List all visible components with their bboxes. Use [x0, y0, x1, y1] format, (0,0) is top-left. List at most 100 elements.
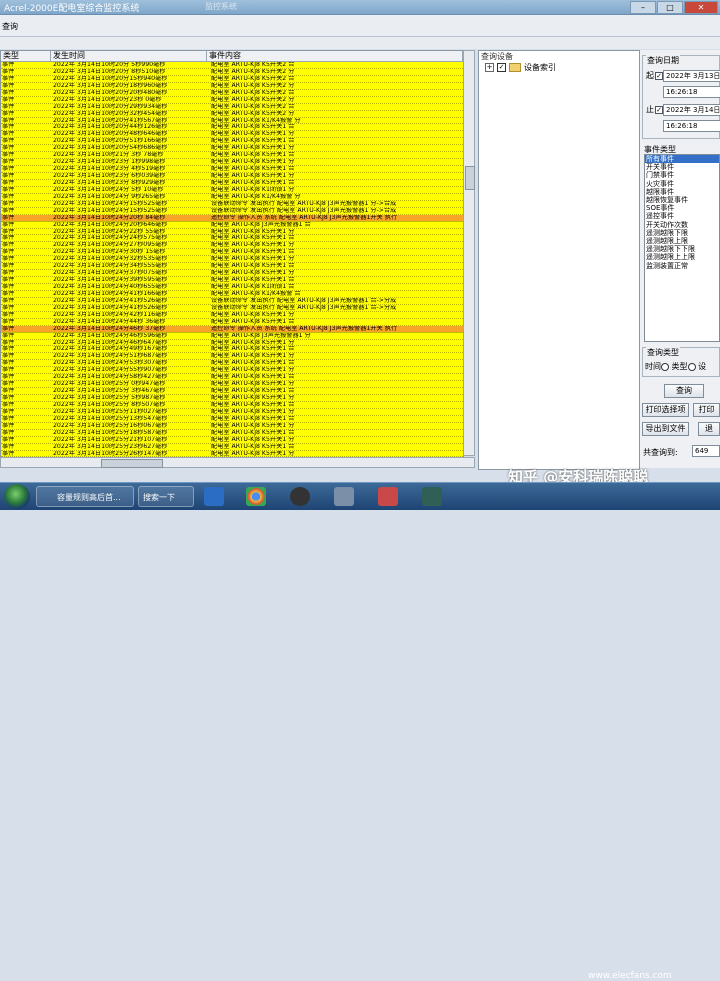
- column-header-type[interactable]: 类型: [1, 51, 51, 61]
- monitor-icon[interactable]: [422, 487, 442, 506]
- table-row[interactable]: 事件 2022年 3月14日10时25分 8秒507毫秒 配电室 ARTU-KJ8 …: [1, 402, 463, 409]
- ie-icon[interactable]: [204, 487, 224, 506]
- table-row[interactable]: 事件 2022年 3月14日10时24分44秒 36毫秒 配电室 ARTU-KJ8 …: [1, 319, 463, 326]
- table-row[interactable]: 事件 2022年 3月14日10时25分18秒587毫秒 配电室 ARTU-KJ8 …: [1, 430, 463, 437]
- table-row[interactable]: 事件 2022年 3月14日10时24分51秒687毫秒 配电室 ARTU-KJ8 …: [1, 353, 463, 361]
- table-row[interactable]: 事件 2022年 3月14日10时20分 8秒510毫秒 配电室 ARTU-KJ8 …: [1, 69, 463, 76]
- exit-button[interactable]: 退: [698, 422, 720, 436]
- table-row[interactable]: 事件 2022年 3月14日10时24分41秒526毫秒 设备联动命令 发出执行 配…: [1, 305, 463, 312]
- table-row[interactable]: 事件 2022年 3月14日10时23分 8秒929毫秒 配电室 ARTU-KJ8 …: [1, 180, 463, 187]
- print-button[interactable]: 打印: [693, 403, 720, 417]
- table-row[interactable]: 事件 2022年 3月14日10时24分30秒 15毫秒 配电室 ARTU-KJ8 …: [1, 249, 463, 257]
- table-row[interactable]: 事件 2022年 3月14日10时25分 3秒467毫秒 配电室 ARTU-KJ8 …: [1, 388, 463, 395]
- minimize-button[interactable]: –: [630, 1, 656, 14]
- table-row[interactable]: 事件 2022年 3月14日10时23分 4秒519毫秒 配电室 ARTU-KJ8 …: [1, 166, 463, 173]
- table-row[interactable]: 事件 2022年 3月14日10时24分46秒 37毫秒 遥控命令 操作人员 系统 …: [1, 325, 463, 333]
- table-row[interactable]: 事件 2022年 3月14日10时25分13秒547毫秒 配电室 ARTU-KJ8 …: [1, 416, 463, 423]
- table-row[interactable]: 事件 2022年 3月14日10时25分16秒067毫秒 配电室 ARTU-KJ8 …: [1, 423, 463, 430]
- scroll-thumb[interactable]: [101, 459, 163, 468]
- list-item[interactable]: 监测装置正常: [645, 262, 719, 270]
- grid-vertical-scrollbar[interactable]: [463, 50, 475, 456]
- table-row[interactable]: 事件 2022年 3月14日10时20分29秒934毫秒 配电室 ARTU-KJ8 …: [1, 104, 463, 111]
- table-row[interactable]: 事件 2022年 3月14日10时24分24秒575毫秒 配电室 ARTU-KJ8 …: [1, 235, 463, 243]
- table-row[interactable]: 事件 2022年 3月14日10时23分 6秒039毫秒 配电室 ARTU-KJ8 …: [1, 173, 463, 180]
- radio-type[interactable]: [687, 362, 696, 371]
- table-row[interactable]: 事件 2022年 3月14日10时24分34秒555毫秒 配电室 ARTU-KJ8 …: [1, 263, 463, 271]
- table-row[interactable]: 事件 2022年 3月14日10时20分23秒 0毫秒 配电室 ARTU-KJ8 K…: [1, 97, 463, 104]
- table-row[interactable]: 事件 2022年 3月14日10时24分20秒 84毫秒 遥控命令 操作人员 系统 …: [1, 214, 463, 222]
- list-item[interactable]: 越限事件: [645, 188, 719, 196]
- table-row[interactable]: 事件 2022年 3月14日10时25分21秒107毫秒 配电室 ARTU-KJ8 …: [1, 437, 463, 444]
- tree-node-device-index[interactable]: + ✓ 设备索引: [485, 62, 556, 73]
- table-row[interactable]: 事件 2022年 3月14日10时24分49秒167毫秒 配电室 ARTU-KJ8 …: [1, 346, 463, 354]
- maximize-button[interactable]: □: [657, 1, 683, 14]
- table-row[interactable]: 事件 2022年 3月14日10时24分15秒525毫秒 设备联动命令 发出执行 配…: [1, 201, 463, 208]
- menu-query[interactable]: 查询: [2, 21, 18, 32]
- table-row[interactable]: 事件 2022年 3月14日10时20分15秒940毫秒 配电室 ARTU-KJ8 …: [1, 76, 463, 83]
- taskbar-task-1[interactable]: 容量规则高后首...: [36, 486, 134, 507]
- tool-icon[interactable]: [334, 487, 354, 506]
- table-row[interactable]: 事件 2022年 3月14日10时24分27秒095毫秒 配电室 ARTU-KJ8 …: [1, 242, 463, 250]
- list-item[interactable]: 所有事件: [645, 155, 719, 164]
- table-row[interactable]: 事件 2022年 3月14日10时24分46秒647毫秒 配电室 ARTU-KJ8 …: [1, 340, 463, 347]
- grid-horizontal-scrollbar[interactable]: [0, 457, 475, 468]
- table-row[interactable]: 事件 2022年 3月14日10时21分 3秒 78毫秒 配电室 ARTU-KJ8 …: [1, 152, 463, 160]
- table-row[interactable]: 事件 2022年 3月14日10时24分15秒525毫秒 设备联动命令 发出执行 配…: [1, 208, 463, 215]
- table-row[interactable]: 事件 2022年 3月14日10时25分 0秒947毫秒 配电室 ARTU-KJ8 …: [1, 381, 463, 389]
- table-row[interactable]: 事件 2022年 3月14日10时20分 5秒990毫秒 配电室 ARTU-KJ8 …: [1, 62, 463, 69]
- start-time-field[interactable]: 16:26:18: [663, 86, 720, 98]
- scroll-thumb[interactable]: [465, 166, 475, 190]
- expand-icon[interactable]: +: [485, 63, 494, 72]
- table-row[interactable]: 事件 2022年 3月14日10时20分51秒166毫秒 配电室 ARTU-KJ8 …: [1, 138, 463, 146]
- export-button[interactable]: 导出到文件: [642, 422, 689, 436]
- table-row[interactable]: 事件 2022年 3月14日10时24分55秒907毫秒 配电室 ARTU-KJ8 …: [1, 367, 463, 375]
- list-item[interactable]: 遥测越限上上限: [645, 253, 719, 261]
- table-row[interactable]: 事件 2022年 3月14日10时24分39秒595毫秒 配电室 ARTU-KJ8 …: [1, 277, 463, 284]
- end-date-field[interactable]: 2022年 3月14日: [663, 104, 720, 116]
- table-row[interactable]: 事件 2022年 3月14日10时24分42秒116毫秒 配电室 ARTU-KJ8 …: [1, 312, 463, 319]
- table-row[interactable]: 事件 2022年 3月14日10时24分37秒075毫秒 配电室 ARTU-KJ8 …: [1, 270, 463, 278]
- list-item[interactable]: 越限恢复事件: [645, 196, 719, 204]
- table-row[interactable]: 事件 2022年 3月14日10时20分41秒567毫秒 配电室 ARTU-KJ8 …: [1, 118, 463, 125]
- start-enable-checkbox[interactable]: ✓: [655, 72, 663, 80]
- query-button[interactable]: 查询: [664, 384, 704, 398]
- table-row[interactable]: 事件 2022年 3月14日10时23分 1秒998毫秒 配电室 ARTU-KJ8 …: [1, 159, 463, 167]
- table-row[interactable]: 事件 2022年 3月14日10时20分20秒480毫秒 配电室 ARTU-KJ8 …: [1, 90, 463, 97]
- column-header-content[interactable]: 事件内容: [207, 51, 463, 61]
- end-enable-checkbox[interactable]: ✓: [655, 106, 663, 114]
- start-button[interactable]: [4, 484, 30, 509]
- media-icon[interactable]: [290, 487, 310, 506]
- taskbar-task-2[interactable]: 搜索一下: [138, 486, 194, 507]
- list-item[interactable]: 开关动作次数: [645, 221, 719, 229]
- table-row[interactable]: 事件 2022年 3月14日10时24分41秒526毫秒 设备联动命令 发出执行 配…: [1, 298, 463, 305]
- radio-time[interactable]: [661, 362, 669, 371]
- list-item[interactable]: 门禁事件: [645, 171, 719, 179]
- table-row[interactable]: 事件 2022年 3月14日10时25分23秒627毫秒 配电室 ARTU-KJ8 …: [1, 444, 463, 451]
- table-row[interactable]: 事件 2022年 3月14日10时24分32秒535毫秒 配电室 ARTU-KJ8 …: [1, 256, 463, 264]
- close-button[interactable]: ✕: [684, 1, 718, 14]
- table-row[interactable]: 事件 2022年 3月14日10时25分 5秒987毫秒 配电室 ARTU-KJ8 …: [1, 395, 463, 402]
- table-row[interactable]: 事件 2022年 3月14日10时24分53秒307毫秒 配电室 ARTU-KJ8 …: [1, 360, 463, 368]
- list-item[interactable]: 遥测越限下限: [645, 229, 719, 237]
- table-row[interactable]: 事件 2022年 3月14日10时20分32秒454毫秒 配电室 ARTU-KJ8 …: [1, 111, 463, 118]
- table-row[interactable]: 事件 2022年 3月14日10时20分44秒126毫秒 配电室 ARTU-KJ8 …: [1, 124, 463, 132]
- end-time-field[interactable]: 16:26:18: [663, 120, 720, 132]
- start-date-field[interactable]: 2022年 3月13日: [663, 70, 720, 82]
- list-item[interactable]: 火灾事件: [645, 180, 719, 188]
- tree-checkbox[interactable]: ✓: [497, 63, 506, 72]
- event-type-list[interactable]: 所有事件 开关事件 门禁事件 火灾事件 越限事件 越限恢复事件 SOE事件 遥控事件 开关动作次…: [644, 154, 720, 342]
- table-row[interactable]: 事件 2022年 3月14日10时25分11秒027毫秒 配电室 ARTU-KJ8 …: [1, 409, 463, 416]
- table-row[interactable]: 事件 2022年 3月14日10时20分54秒686毫秒 配电室 ARTU-KJ8 …: [1, 145, 463, 153]
- table-row[interactable]: 事件 2022年 3月14日10时20分18秒960毫秒 配电室 ARTU-KJ8 …: [1, 83, 463, 90]
- table-row[interactable]: 事件 2022年 3月14日10时24分40秒655毫秒 配电室 ARTU-KJ8 …: [1, 284, 463, 291]
- list-item[interactable]: 遥测越限上限: [645, 237, 719, 245]
- print-selected-button[interactable]: 打印选择项: [642, 403, 689, 417]
- table-row[interactable]: 事件 2022年 3月14日10时24分46秒596毫秒 配电室 ARTU-KJ8 …: [1, 333, 463, 340]
- table-row[interactable]: 事件 2022年 3月14日10时20分48秒646毫秒 配电室 ARTU-KJ8 …: [1, 131, 463, 139]
- table-row[interactable]: 事件 2022年 3月14日10时24分20秒646毫秒 配电室 ARTU-KJ8 …: [1, 222, 463, 229]
- list-item[interactable]: 遥控事件: [645, 212, 719, 220]
- table-row[interactable]: 事件 2022年 3月14日10时24分41秒166毫秒 配电室 ARTU-KJ8 …: [1, 291, 463, 298]
- table-row[interactable]: 事件 2022年 3月14日10时24分 9秒265毫秒 配电室 ARTU-KJ8 …: [1, 194, 463, 201]
- app-icon[interactable]: [378, 487, 398, 506]
- table-row[interactable]: 事件 2022年 3月14日10时24分58秒427毫秒 配电室 ARTU-KJ8 …: [1, 374, 463, 382]
